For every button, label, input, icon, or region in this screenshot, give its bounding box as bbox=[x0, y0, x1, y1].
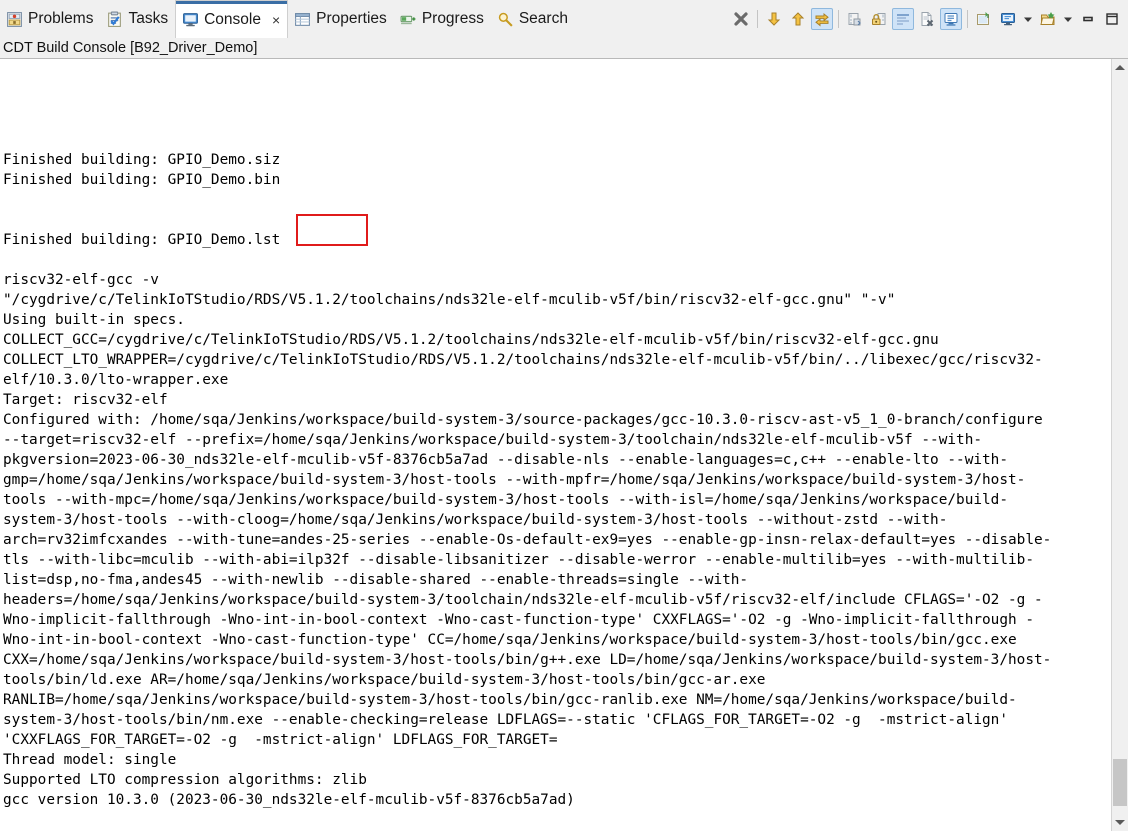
console-text[interactable]: 6838 6838 0 41 16 6895 1aef GPIO_Demo.el… bbox=[0, 59, 1111, 831]
tab-progress[interactable]: Progress bbox=[394, 0, 491, 38]
console-view: Problems Tasks Console × Properties Prog… bbox=[0, 0, 1128, 831]
console-line: Supported LTO compression algorithms: zl… bbox=[3, 772, 367, 788]
vertical-scrollbar[interactable] bbox=[1111, 59, 1128, 831]
clear-console-icon[interactable] bbox=[916, 8, 938, 30]
console-line: COLLECT_GCC=/cygdrive/c/TelinkIoTStudio/… bbox=[3, 332, 939, 348]
tab-problems[interactable]: Problems bbox=[0, 0, 100, 38]
properties-icon bbox=[294, 11, 311, 28]
tab-properties[interactable]: Properties bbox=[288, 0, 394, 38]
console-line: tls --with-libc=mculib --with-abi=ilp32f… bbox=[3, 552, 1035, 568]
console-line: gcc version 10.3.0 (2023-06-30_nds32le-e… bbox=[3, 792, 575, 808]
console-line: CXX=/home/sqa/Jenkins/workspace/build-sy… bbox=[3, 652, 1052, 668]
tab-problems-label: Problems bbox=[28, 10, 94, 27]
console-line: system-3/host-tools/bin/nm.exe --enable-… bbox=[3, 712, 1009, 728]
tab-progress-label: Progress bbox=[421, 10, 484, 27]
scrollbar-thumb[interactable] bbox=[1113, 759, 1127, 806]
console-icon bbox=[182, 11, 199, 28]
open-console-icon[interactable] bbox=[1037, 8, 1059, 30]
tasks-icon bbox=[106, 11, 123, 28]
scroll-lock-icon[interactable] bbox=[811, 8, 833, 30]
tab-tasks[interactable]: Tasks bbox=[100, 0, 175, 38]
console-title: CDT Build Console [B92_Driver_Demo] bbox=[0, 38, 1128, 58]
minimize-view-icon[interactable] bbox=[1077, 8, 1099, 30]
display-selected-console-dropdown-icon[interactable] bbox=[1021, 8, 1035, 30]
open-console-dropdown-icon[interactable] bbox=[1061, 8, 1075, 30]
pin-view-icon[interactable] bbox=[973, 8, 995, 30]
show-console-icon[interactable] bbox=[940, 8, 962, 30]
console-line: Wno-int-in-bool-context -Wno-cast-functi… bbox=[3, 632, 1017, 648]
console-line: Finished building: GPIO_Demo.lst bbox=[3, 232, 281, 248]
close-icon[interactable]: × bbox=[272, 13, 280, 27]
tab-tasks-label: Tasks bbox=[128, 10, 169, 27]
console-line: arch=rv32imfcxandes --with-tune=andes-25… bbox=[3, 532, 1052, 548]
console-line: gmp=/home/sqa/Jenkins/workspace/build-sy… bbox=[3, 472, 1026, 488]
console-line: pkgversion=2023-06-30_nds32le-elf-mculib… bbox=[3, 452, 1009, 468]
tab-console[interactable]: Console × bbox=[175, 0, 289, 38]
console-line-list: Finished building: GPIO_Demo.siz Finished… bbox=[3, 150, 1109, 831]
console-line: Finished building: GPIO_Demo.bin bbox=[3, 172, 281, 188]
scrollbar-down-arrow[interactable] bbox=[1112, 814, 1128, 831]
scrollbar-up-arrow[interactable] bbox=[1112, 59, 1128, 76]
console-line: list=dsp,no-fma,andes45 --with-newlib --… bbox=[3, 572, 749, 588]
scroll-up-icon[interactable] bbox=[787, 8, 809, 30]
clipped-top-line: 6838 6838 0 41 16 6895 1aef GPIO_Demo.el… bbox=[3, 99, 1109, 110]
toolbar-separator bbox=[838, 10, 839, 28]
console-line: RANLIB=/home/sqa/Jenkins/workspace/build… bbox=[3, 692, 1017, 708]
display-selected-console-icon[interactable] bbox=[997, 8, 1019, 30]
console-line: --target=riscv32-elf --prefix=/home/sqa/… bbox=[3, 432, 983, 448]
maximize-view-icon[interactable] bbox=[1101, 8, 1123, 30]
console-output-area[interactable]: 6838 6838 0 41 16 6895 1aef GPIO_Demo.el… bbox=[0, 58, 1128, 831]
console-line: Thread model: single bbox=[3, 752, 177, 768]
console-line: 'CXXFLAGS_FOR_TARGET=-O2 -g -mstrict-ali… bbox=[3, 732, 558, 748]
console-line: COLLECT_LTO_WRAPPER=/cygdrive/c/TelinkIo… bbox=[3, 352, 1043, 368]
tab-search[interactable]: Search bbox=[491, 0, 575, 38]
progress-icon bbox=[400, 11, 417, 28]
console-line: system-3/host-tools --with-cloog=/home/s… bbox=[3, 512, 948, 528]
console-line: headers=/home/sqa/Jenkins/workspace/buil… bbox=[3, 592, 1043, 608]
toolbar-separator bbox=[967, 10, 968, 28]
console-line: riscv32-elf-gcc -v bbox=[3, 272, 159, 288]
word-wrap-icon[interactable] bbox=[892, 8, 914, 30]
console-line: elf/10.3.0/lto-wrapper.exe bbox=[3, 372, 229, 388]
console-toolbar bbox=[730, 0, 1128, 38]
tab-console-label: Console bbox=[204, 10, 261, 28]
console-line: tools --with-mpc=/home/sqa/Jenkins/works… bbox=[3, 492, 1009, 508]
toolbar-separator bbox=[757, 10, 758, 28]
terminate-all-icon[interactable] bbox=[730, 8, 752, 30]
search-icon bbox=[497, 11, 514, 28]
scroll-down-icon[interactable] bbox=[763, 8, 785, 30]
tab-properties-label: Properties bbox=[316, 10, 387, 27]
save-console-icon[interactable] bbox=[844, 8, 866, 30]
console-line: Using built-in specs. bbox=[3, 312, 185, 328]
tab-list: Problems Tasks Console × Properties Prog… bbox=[0, 0, 575, 38]
tab-search-label: Search bbox=[518, 10, 568, 27]
pin-console-icon[interactable] bbox=[868, 8, 890, 30]
console-line: Wno-implicit-fallthrough -Wno-int-in-boo… bbox=[3, 612, 1035, 628]
view-tab-bar: Problems Tasks Console × Properties Prog… bbox=[0, 0, 1128, 38]
console-line: Configured with: /home/sqa/Jenkins/works… bbox=[3, 412, 1043, 428]
console-line: tools/bin/ld.exe AR=/home/sqa/Jenkins/wo… bbox=[3, 672, 766, 688]
console-line: Target: riscv32-elf bbox=[3, 392, 168, 408]
console-line: "/cygdrive/c/TelinkIoTStudio/RDS/V5.1.2/… bbox=[3, 292, 896, 308]
problems-icon bbox=[6, 11, 23, 28]
console-line: Finished building: GPIO_Demo.siz bbox=[3, 152, 281, 168]
scrollbar-track[interactable] bbox=[1112, 76, 1128, 814]
